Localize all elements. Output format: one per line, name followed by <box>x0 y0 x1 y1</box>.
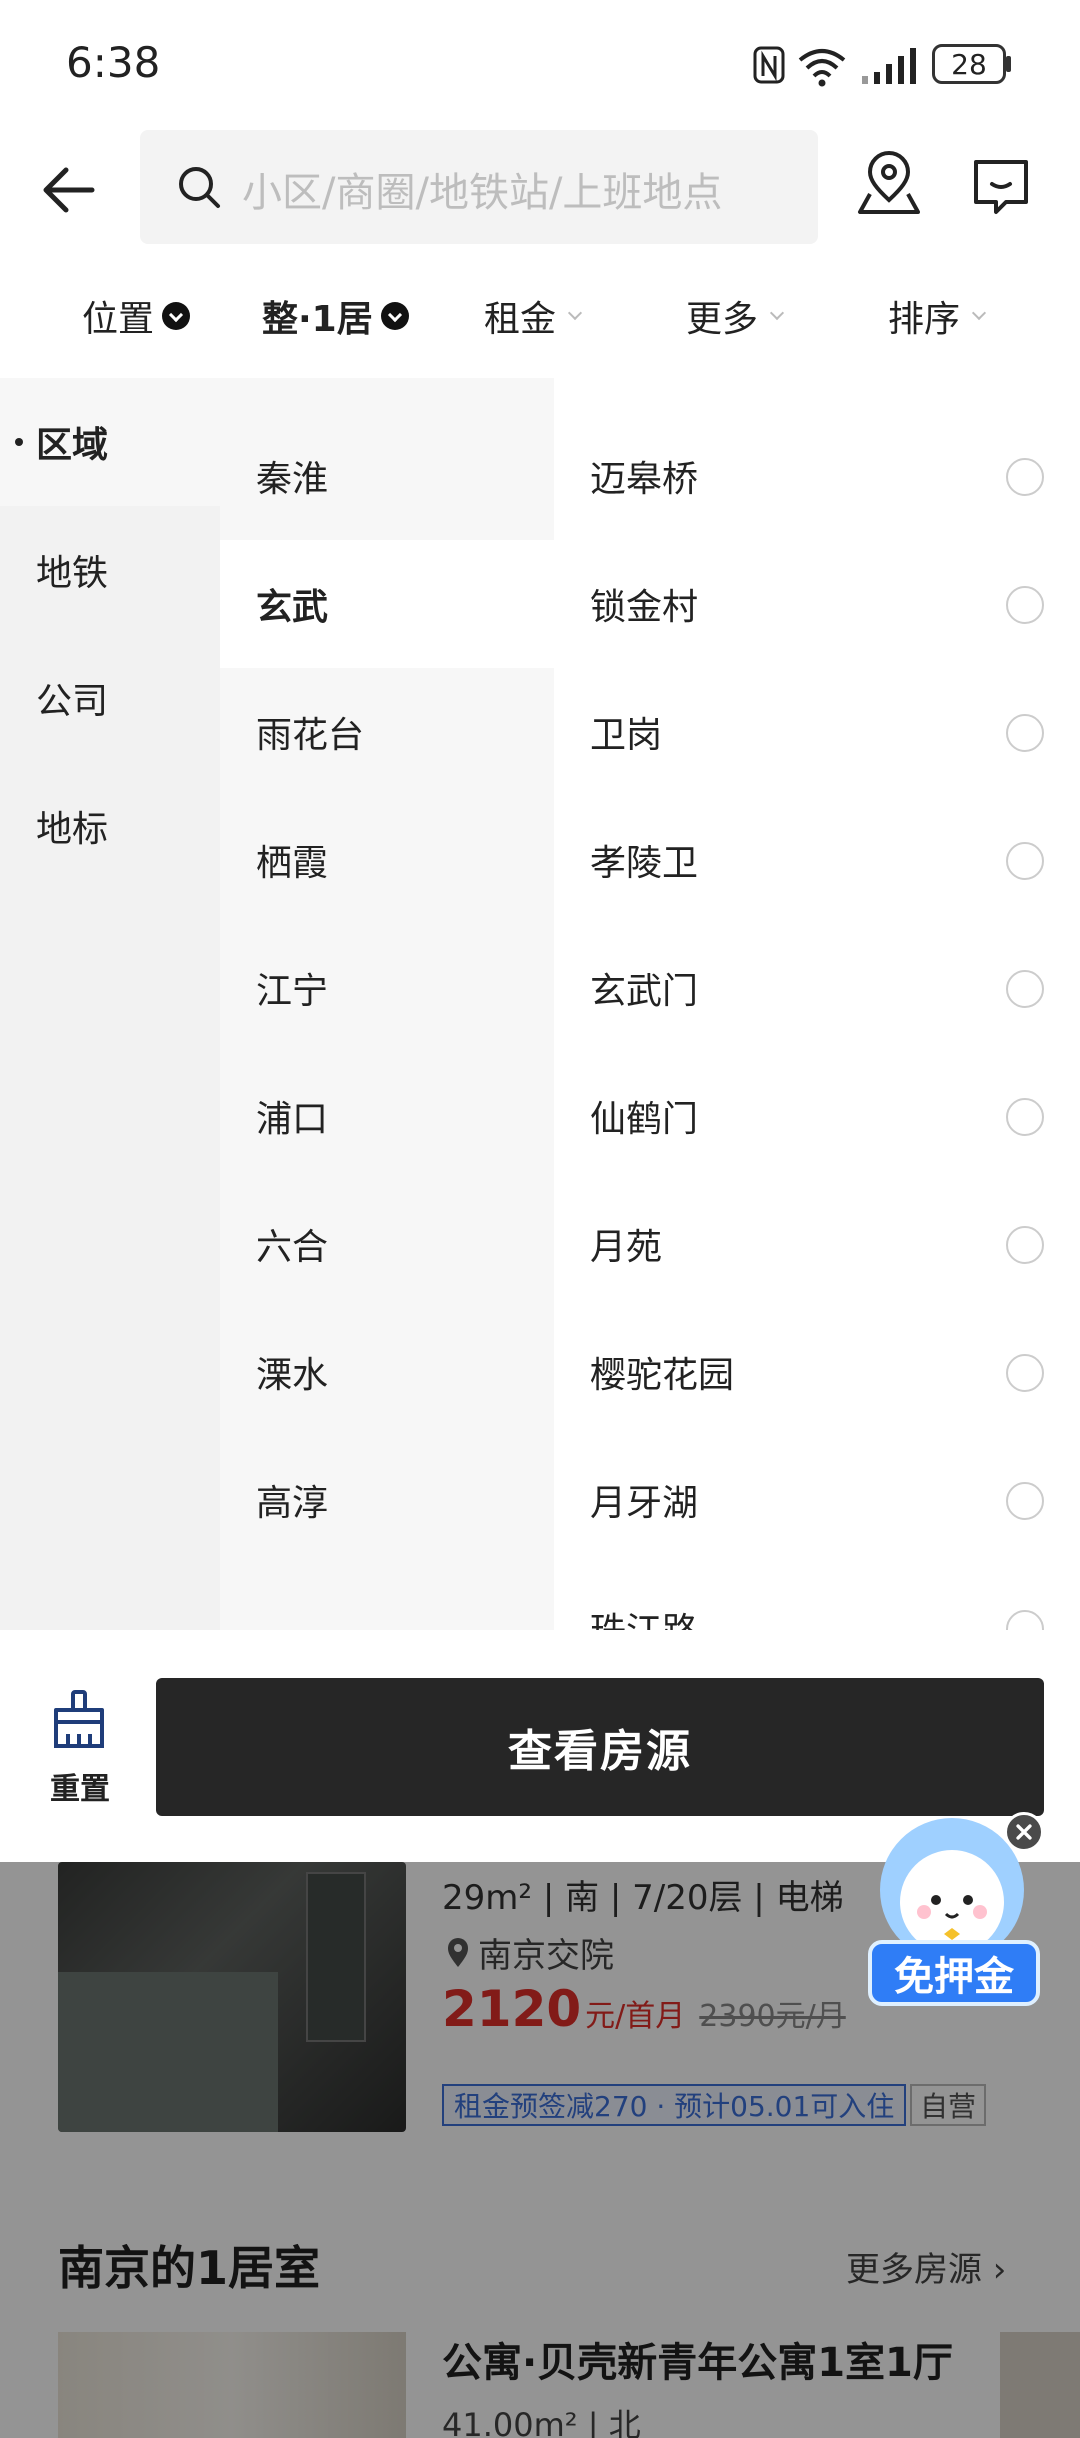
area-label: 珠江路 <box>590 1602 698 1630</box>
chevron-down-icon <box>971 305 987 321</box>
district-item-selected[interactable]: 玄武 <box>220 540 554 668</box>
area-item[interactable]: 月苑 <box>554 1180 1080 1308</box>
district-item[interactable]: 江宁 <box>220 924 554 1052</box>
radio-button[interactable] <box>1006 1610 1044 1630</box>
search-placeholder: 小区/商圈/地铁站/上班地点 <box>242 170 723 216</box>
battery-level: 28 <box>951 47 987 81</box>
wifi-icon <box>798 49 846 87</box>
area-label: 仙鹤门 <box>590 1099 699 1140</box>
filter-more[interactable]: 更多 <box>686 290 785 342</box>
back-arrow-icon[interactable] <box>38 160 98 220</box>
district-list[interactable]: 建邺 秦淮 玄武 雨花台 栖霞 江宁 浦口 六合 溧水 高淳 <box>220 378 554 1630</box>
district-item[interactable]: 秦淮 <box>220 412 554 540</box>
area-item[interactable]: 仙鹤门 <box>554 1052 1080 1180</box>
chevron-down-icon <box>162 302 191 330</box>
status-time: 6:38 <box>66 38 161 87</box>
area-list[interactable]: 迈皋桥 锁金村 卫岗 孝陵卫 玄武门 仙鹤门 月苑 樱驼花园 月牙湖 珠江路 <box>554 378 1080 1630</box>
nfc-icon <box>753 46 785 84</box>
chevron-down-icon <box>567 305 583 321</box>
filter-rent[interactable]: 租金 <box>484 290 583 342</box>
area-item[interactable]: 月牙湖 <box>554 1436 1080 1564</box>
status-bar: 6:38 28 <box>0 0 1080 130</box>
filter-rent-label: 租金 <box>484 299 557 340</box>
radio-button[interactable] <box>1006 1482 1044 1520</box>
broom-icon <box>54 1690 104 1748</box>
area-item[interactable]: 迈皋桥 <box>554 412 1080 540</box>
area-item[interactable]: 孝陵卫 <box>554 796 1080 924</box>
area-label: 孝陵卫 <box>590 843 699 884</box>
location-type-company[interactable]: 公司 <box>0 634 220 762</box>
chevron-down-icon <box>769 305 785 321</box>
area-item[interactable]: 樱驼花园 <box>554 1308 1080 1436</box>
location-type-landmark[interactable]: 地标 <box>0 762 220 890</box>
area-item[interactable]: 玄武门 <box>554 924 1080 1052</box>
area-label: 卫岗 <box>590 715 663 756</box>
search-input[interactable]: 小区/商圈/地铁站/上班地点 <box>140 130 818 244</box>
signal-icon <box>862 48 916 84</box>
radio-button[interactable] <box>1006 970 1044 1008</box>
filter-location-label: 位置 <box>82 299 155 340</box>
district-item[interactable]: 雨花台 <box>220 668 554 796</box>
area-label: 月牙湖 <box>590 1483 699 1524</box>
area-item[interactable]: 珠江路 <box>554 1564 1080 1630</box>
reset-label: 重置 <box>50 1772 110 1807</box>
filter-location[interactable]: 位置 <box>82 290 191 342</box>
radio-button[interactable] <box>1006 1098 1044 1136</box>
area-label: 月苑 <box>590 1227 663 1268</box>
district-item[interactable]: 溧水 <box>220 1308 554 1436</box>
location-type-district[interactable]: 区域 <box>0 378 220 506</box>
location-type-list: 区域 地铁 公司 地标 <box>0 378 220 1630</box>
district-item[interactable]: 高淳 <box>220 1436 554 1564</box>
view-listings-button[interactable]: 查看房源 <box>156 1678 1044 1816</box>
radio-button[interactable] <box>1006 842 1044 880</box>
area-item[interactable]: 锁金村 <box>554 540 1080 668</box>
close-icon[interactable] <box>1004 1812 1044 1852</box>
area-label: 迈皋桥 <box>590 459 699 500</box>
location-type-subway[interactable]: 地铁 <box>0 506 220 634</box>
district-item[interactable]: 栖霞 <box>220 796 554 924</box>
battery-indicator: 28 <box>932 44 1006 84</box>
district-item[interactable]: 建邺 <box>220 378 554 412</box>
radio-button[interactable] <box>1006 714 1044 752</box>
filter-layout-label: 整·1居 <box>262 299 373 340</box>
radio-button[interactable] <box>1006 1226 1044 1264</box>
district-item[interactable]: 浦口 <box>220 1052 554 1180</box>
area-label: 玄武门 <box>590 971 699 1012</box>
map-location-icon[interactable] <box>856 150 922 220</box>
area-item[interactable]: 卫岗 <box>554 668 1080 796</box>
radio-button[interactable] <box>1006 1354 1044 1392</box>
search-icon <box>179 167 220 208</box>
radio-button[interactable] <box>1006 586 1044 624</box>
battery-tip <box>1006 56 1011 72</box>
radio-button[interactable] <box>1006 458 1044 496</box>
filter-sort[interactable]: 排序 <box>888 290 987 342</box>
message-icon[interactable] <box>972 158 1030 216</box>
filter-sort-label: 排序 <box>888 299 961 340</box>
chevron-down-icon <box>380 302 409 330</box>
district-item[interactable]: 六合 <box>220 1180 554 1308</box>
area-label: 锁金村 <box>590 587 699 628</box>
reset-button[interactable]: 重置 <box>38 1690 122 1807</box>
area-label: 樱驼花园 <box>590 1355 735 1396</box>
filter-more-label: 更多 <box>686 299 759 340</box>
filter-layout[interactable]: 整·1居 <box>262 290 409 342</box>
deposit-free-badge[interactable]: 免押金 <box>868 1940 1040 2006</box>
